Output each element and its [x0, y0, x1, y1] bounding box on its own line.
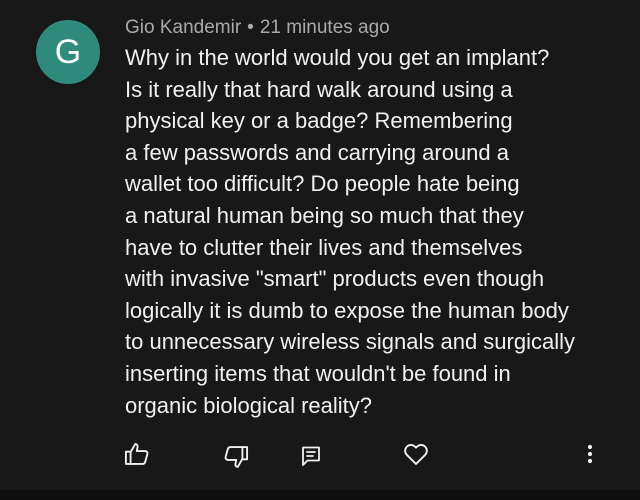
comment-body: Why in the world would you get an implan… — [125, 42, 615, 421]
comment-line: inserting items that wouldn't be found i… — [125, 360, 511, 386]
more-options-button[interactable] — [570, 434, 610, 474]
comment-line: Is it really that hard walk around using… — [125, 76, 513, 102]
comment-line: Why in the world would you get an implan… — [125, 45, 550, 70]
thumbs-up-icon — [124, 443, 149, 465]
bottom-divider — [0, 490, 640, 500]
reply-button[interactable] — [291, 436, 331, 476]
meta-separator: • — [247, 17, 254, 38]
avatar-letter: G — [54, 32, 82, 71]
avatar[interactable]: G — [36, 20, 100, 84]
comment-line: to unnecessary wireless signals and surg… — [125, 329, 575, 355]
comment-line: have to clutter their lives and themselv… — [125, 234, 523, 260]
comment-line: with invasive "smart" products even thou… — [125, 266, 545, 292]
comment-line: a natural human being so much that they — [125, 202, 524, 228]
reply-icon — [302, 446, 320, 466]
heart-button[interactable] — [396, 434, 436, 474]
dislike-button[interactable] — [216, 437, 256, 477]
comment-line: a few passwords and carrying around a — [125, 139, 509, 165]
comment-line: organic biological reality? — [125, 392, 373, 418]
comment-line: wallet too difficult? Do people hate bei… — [125, 171, 520, 197]
heart-icon — [404, 444, 428, 465]
thumbs-down-icon — [224, 446, 249, 468]
more-vertical-icon — [587, 444, 593, 464]
like-button[interactable] — [117, 434, 157, 474]
comment-line: logically it is dumb to expose the human… — [125, 297, 569, 323]
comment-actions — [0, 434, 640, 478]
comment-thread: G Gio Kandemir • 21 minutes ago Why in the… — [0, 0, 640, 500]
author-name[interactable]: Gio Kandemir — [125, 17, 241, 38]
comment-meta: Gio Kandemir • 21 minutes ago — [125, 16, 390, 40]
comment-line: physical key or a badge? Remembering — [125, 108, 513, 134]
timestamp[interactable]: 21 minutes ago — [260, 17, 390, 38]
